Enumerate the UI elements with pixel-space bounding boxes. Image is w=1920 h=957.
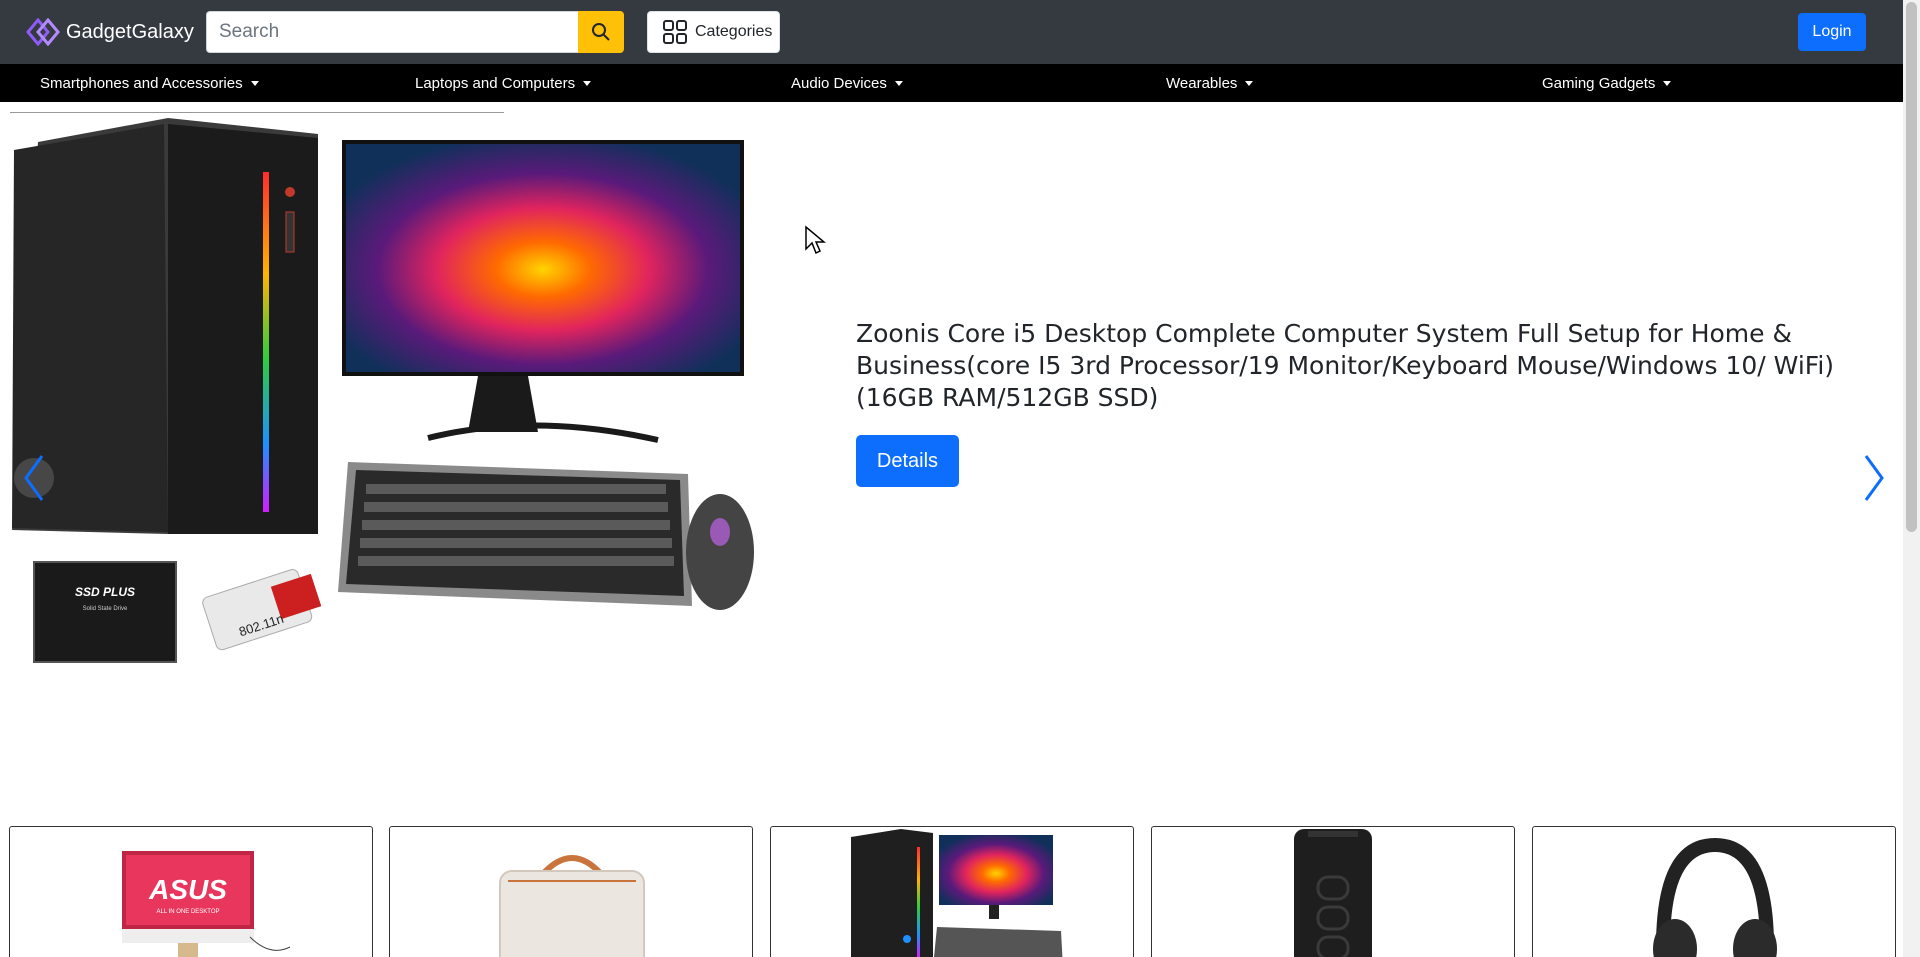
asus-monitor-image: ASUS ALL IN ONE DESKTOP xyxy=(122,851,291,957)
nav-item-audio[interactable]: Audio Devices xyxy=(791,64,903,102)
product-card[interactable]: ASUS ALL IN ONE DESKTOP xyxy=(9,826,373,957)
details-button[interactable]: Details xyxy=(856,435,959,487)
nav-item-wearables[interactable]: Wearables xyxy=(1166,64,1254,102)
search-input[interactable] xyxy=(206,11,578,53)
asus-brand-text: ASUS xyxy=(148,874,227,905)
power-bank-image xyxy=(1294,829,1372,957)
grid-icon xyxy=(663,20,687,44)
search-bar xyxy=(206,11,624,53)
categories-label: Categories xyxy=(695,23,773,40)
hero-product-image: SSD PLUS Solid State Drive 802.11n xyxy=(12,118,754,663)
ssd-sublabel: Solid State Drive xyxy=(83,606,128,612)
caret-down-icon xyxy=(583,80,592,86)
brand-name: GadgetGalaxy xyxy=(66,20,194,43)
product-card[interactable] xyxy=(770,826,1134,957)
headphones-image xyxy=(1653,837,1777,957)
chevron-right-icon[interactable] xyxy=(1852,452,1894,504)
search-button[interactable] xyxy=(578,11,624,53)
nav-item-label: Smartphones and Accessories xyxy=(40,74,243,92)
desktop-setup-image xyxy=(851,829,1063,957)
laptop-bag-image xyxy=(499,855,645,957)
asus-sub-text: ALL IN ONE DESKTOP xyxy=(156,909,219,915)
caret-down-icon xyxy=(1663,80,1672,86)
caret-down-icon xyxy=(250,80,259,86)
categories-button[interactable]: Categories xyxy=(647,11,780,53)
caret-down-icon xyxy=(1245,80,1254,86)
diamond-logo-icon xyxy=(26,18,60,46)
product-card[interactable] xyxy=(389,826,753,957)
product-card[interactable] xyxy=(1151,826,1515,957)
nav-item-label: Audio Devices xyxy=(791,74,887,92)
mouse-cursor-icon xyxy=(805,225,826,255)
nav-item-label: Wearables xyxy=(1166,74,1238,92)
chevron-left-icon[interactable] xyxy=(14,452,56,504)
login-button[interactable]: Login xyxy=(1798,13,1866,51)
category-nav: Smartphones and Accessories Laptops and … xyxy=(0,64,1903,102)
nav-item-smartphones[interactable]: Smartphones and Accessories xyxy=(40,64,259,102)
top-header: GadgetGalaxy Categories Login xyxy=(0,0,1903,64)
page-scrollbar[interactable] xyxy=(1903,0,1920,957)
ssd-label: SSD PLUS xyxy=(75,585,135,599)
scrollbar-thumb[interactable] xyxy=(1906,2,1917,532)
nav-item-gaming[interactable]: Gaming Gadgets xyxy=(1542,64,1672,102)
nav-item-label: Gaming Gadgets xyxy=(1542,74,1656,92)
product-title: Zoonis Core i5 Desktop Complete Computer… xyxy=(856,319,1835,412)
nav-item-laptops[interactable]: Laptops and Computers xyxy=(415,64,592,102)
nav-item-label: Laptops and Computers xyxy=(415,74,576,92)
product-card[interactable] xyxy=(1532,826,1896,957)
search-icon xyxy=(592,23,610,41)
brand-logo[interactable]: GadgetGalaxy xyxy=(26,16,194,48)
caret-down-icon xyxy=(894,80,903,86)
